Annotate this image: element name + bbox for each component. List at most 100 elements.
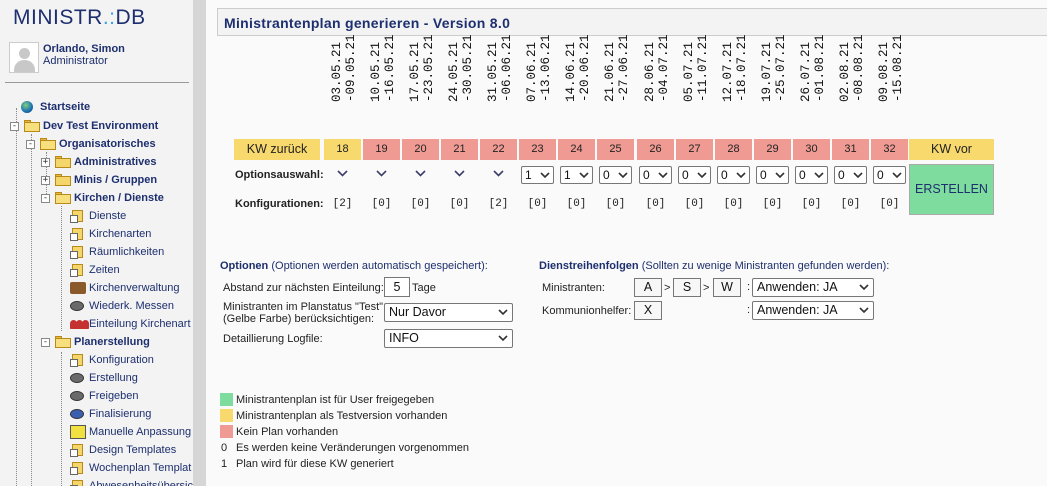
sidebar-item-startseite[interactable]: Startseite bbox=[0, 99, 193, 115]
order-section-title: Dienstreihenfolgen (Sollten zu wenige Mi… bbox=[539, 260, 889, 272]
test-status-value: Nur Davor bbox=[389, 305, 446, 319]
legend-swatch bbox=[220, 425, 233, 438]
week-config-count[interactable]: [0] bbox=[519, 198, 556, 210]
chevron-down-icon bbox=[415, 170, 426, 177]
sidebar-item-organisatorisches[interactable]: - Organisatorisches bbox=[0, 136, 193, 152]
kommunion-order-1[interactable]: X bbox=[634, 301, 662, 320]
sidebar-item-konfiguration[interactable]: Konfiguration bbox=[0, 352, 193, 368]
week-config-count[interactable]: [0] bbox=[637, 198, 674, 210]
sidebar-item-zeiten[interactable]: Zeiten bbox=[0, 262, 193, 278]
collapse-toggle-icon[interactable]: - bbox=[41, 194, 50, 203]
sidebar-item-kirchenverwaltung[interactable]: Kirchenverwaltung bbox=[0, 280, 193, 296]
week-option-select[interactable]: 0 bbox=[756, 166, 789, 184]
sidebar-item-wiederk-messen[interactable]: Wiederk. Messen bbox=[0, 298, 193, 314]
sidebar-item-dienste[interactable]: Dienste bbox=[0, 208, 193, 224]
sidebar-item-manuelle-anpassung[interactable]: Manuelle Anpassung bbox=[0, 424, 193, 440]
kw-cell[interactable]: 30 bbox=[793, 139, 830, 160]
sidebar-item-kirchenarten[interactable]: Kirchenarten bbox=[0, 226, 193, 242]
kw-cell[interactable]: 19 bbox=[363, 139, 400, 160]
kw-cell[interactable]: 31 bbox=[832, 139, 869, 160]
week-config-count[interactable]: [0] bbox=[754, 198, 791, 210]
sidebar-item-planerstellung[interactable]: - Planerstellung bbox=[0, 334, 193, 350]
week-option-select[interactable]: 1 bbox=[521, 166, 554, 184]
sidebar-item-design-templates[interactable]: Design Templates bbox=[0, 442, 193, 458]
kw-cell[interactable]: 23 bbox=[519, 139, 556, 160]
week-option-select[interactable]: 0 bbox=[795, 166, 828, 184]
kw-cell[interactable]: 26 bbox=[637, 139, 674, 160]
sidebar-item-freigeben[interactable]: Freigeben bbox=[0, 388, 193, 404]
distance-input[interactable]: 5 bbox=[384, 277, 410, 297]
kw-cell[interactable]: 27 bbox=[676, 139, 713, 160]
sidebar-scrollbar[interactable] bbox=[193, 0, 206, 486]
folder-icon bbox=[24, 120, 40, 132]
option-toggle-chevron[interactable] bbox=[480, 167, 517, 183]
ministranten-order-3[interactable]: W bbox=[713, 278, 741, 297]
sidebar-item-erstellung[interactable]: Erstellung bbox=[0, 370, 193, 386]
sidebar-item-wochenplan-templates[interactable]: Wochenplan Templat bbox=[0, 460, 193, 476]
week-option-select[interactable]: 1 bbox=[560, 166, 593, 184]
kw-cell[interactable]: 29 bbox=[754, 139, 791, 160]
sidebar-item-label: Erstellung bbox=[89, 372, 138, 384]
week-option-select[interactable]: 0 bbox=[678, 166, 711, 184]
sidebar-item-minis-gruppen[interactable]: + Minis / Gruppen bbox=[0, 172, 193, 188]
week-config-count[interactable]: [0] bbox=[715, 198, 752, 210]
test-status-select[interactable]: Nur Davor bbox=[384, 303, 513, 322]
expand-toggle-icon[interactable]: + bbox=[41, 176, 50, 185]
options-subtitle: (Optionen werden automatisch gespeichert… bbox=[271, 260, 488, 272]
sidebar-item-dev-test-environment[interactable]: - Dev Test Environment bbox=[0, 118, 193, 134]
kw-cell[interactable]: 21 bbox=[441, 139, 478, 160]
sidebar-item-raeumlichkeiten[interactable]: Räumlichkeiten bbox=[0, 244, 193, 260]
week-config-count[interactable]: [0] bbox=[597, 198, 634, 210]
disc-icon bbox=[70, 391, 84, 401]
week-option-select[interactable]: 0 bbox=[873, 166, 906, 184]
kw-cell[interactable]: 28 bbox=[715, 139, 752, 160]
option-toggle-chevron[interactable] bbox=[363, 167, 400, 183]
week-config-count[interactable]: [0] bbox=[676, 198, 713, 210]
week-config-count[interactable]: [2] bbox=[480, 198, 517, 210]
sidebar-item-label: Kirchen / Dienste bbox=[74, 192, 164, 204]
kw-cell[interactable]: 22 bbox=[480, 139, 517, 160]
week-config-count[interactable]: [0] bbox=[363, 198, 400, 210]
collapse-toggle-icon[interactable]: - bbox=[10, 122, 19, 131]
week-config-count[interactable]: [0] bbox=[441, 198, 478, 210]
week-option-select[interactable]: 0 bbox=[599, 166, 632, 184]
sidebar-item-kirchen-dienste[interactable]: - Kirchen / Dienste bbox=[0, 190, 193, 206]
kw-cell[interactable]: 25 bbox=[597, 139, 634, 160]
kommunion-apply-select[interactable]: Anwenden: JA bbox=[752, 301, 874, 320]
option-toggle-chevron[interactable] bbox=[441, 167, 478, 183]
week-config-count[interactable]: [2] bbox=[324, 198, 361, 210]
week-option-select[interactable]: 0 bbox=[834, 166, 867, 184]
collapse-toggle-icon[interactable]: - bbox=[41, 338, 50, 347]
week-config-count[interactable]: [0] bbox=[402, 198, 439, 210]
ministranten-apply-select[interactable]: Anwenden: JA bbox=[752, 278, 874, 297]
option-toggle-chevron[interactable] bbox=[402, 167, 439, 183]
sidebar-item-einteilung-kirchenart[interactable]: Einteilung Kirchenart bbox=[0, 316, 193, 332]
kw-cell[interactable]: 24 bbox=[558, 139, 595, 160]
log-level-select[interactable]: INFO bbox=[384, 329, 513, 348]
kw-cell[interactable]: 32 bbox=[871, 139, 908, 160]
sidebar-item-finalisierung[interactable]: Finalisierung bbox=[0, 406, 193, 422]
options-section-title: Optionen (Optionen werden automatisch ge… bbox=[220, 260, 488, 272]
sidebar-item-administratives[interactable]: + Administratives bbox=[0, 154, 193, 170]
week-option-select[interactable]: 0 bbox=[639, 166, 672, 184]
kw-forward-button[interactable]: KW vor bbox=[909, 139, 994, 160]
app-logo[interactable]: MINISTR.:DB bbox=[13, 6, 146, 30]
week-config-count[interactable]: [0] bbox=[793, 198, 830, 210]
sidebar-item-abwesenheitsuebersicht[interactable]: Abwesenheitsübersic bbox=[0, 478, 193, 486]
kw-cell[interactable]: 20 bbox=[402, 139, 439, 160]
expand-toggle-icon[interactable]: + bbox=[41, 158, 50, 167]
kw-back-button[interactable]: KW zurück bbox=[234, 139, 320, 160]
week-config-count[interactable]: [0] bbox=[832, 198, 869, 210]
page-icon bbox=[70, 263, 86, 277]
collapse-toggle-icon[interactable]: - bbox=[26, 140, 35, 149]
option-toggle-chevron[interactable] bbox=[324, 167, 361, 183]
week-config-count[interactable]: [0] bbox=[871, 198, 908, 210]
week-config-count[interactable]: [0] bbox=[558, 198, 595, 210]
ministranten-order-2[interactable]: S bbox=[673, 278, 701, 297]
week-option-select[interactable]: 0 bbox=[717, 166, 750, 184]
ministranten-order-1[interactable]: A bbox=[634, 278, 662, 297]
legend-text: Ministrantenplan als Testversion vorhand… bbox=[236, 410, 448, 422]
create-button[interactable]: ERSTELLEN bbox=[909, 164, 994, 215]
legend-swatch bbox=[220, 393, 233, 406]
kw-cell[interactable]: 18 bbox=[324, 139, 361, 160]
